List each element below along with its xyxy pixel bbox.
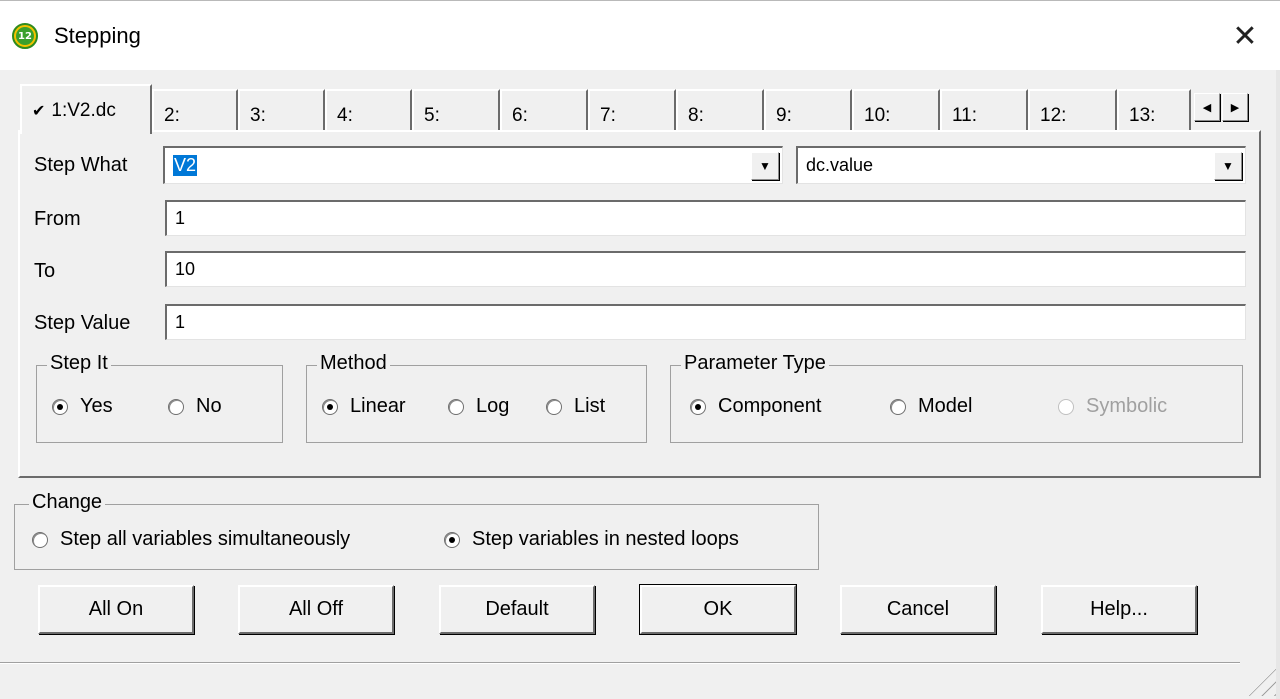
radio-icon	[890, 398, 906, 415]
radio-selected-icon	[322, 398, 338, 415]
tab-scroll-right-icon[interactable]: ▶	[1222, 93, 1248, 121]
step-value-input[interactable]: 1	[165, 304, 1246, 340]
step-what-component-value: V2	[173, 155, 198, 176]
radio-icon	[32, 531, 48, 548]
step-what-parameter-select[interactable]: dc.value ▼	[796, 146, 1246, 184]
radio-label: No	[196, 395, 222, 417]
chevron-down-icon[interactable]: ▼	[1214, 152, 1242, 180]
tab-8[interactable]: 8:	[676, 89, 764, 131]
step-it-title: Step It	[47, 352, 111, 375]
tab-11[interactable]: 11:	[940, 89, 1028, 131]
step-value-label: Step Value	[34, 312, 131, 334]
all-on-button[interactable]: All On	[38, 585, 194, 634]
chevron-down-icon[interactable]: ▼	[751, 152, 779, 180]
radio-icon	[448, 398, 464, 415]
window-right-edge	[1276, 70, 1280, 699]
step-it-yes-radio[interactable]: Yes	[52, 395, 113, 418]
radio-label: Step variables in nested loops	[472, 528, 739, 550]
radio-label: Step all variables simultaneously	[60, 528, 351, 550]
radio-label: Log	[476, 395, 510, 417]
radio-icon	[546, 398, 562, 415]
check-icon: ✔	[32, 101, 46, 120]
tab-9[interactable]: 9:	[764, 89, 852, 131]
radio-label: Yes	[80, 395, 113, 417]
change-title: Change	[29, 491, 106, 514]
all-off-button[interactable]: All Off	[238, 585, 394, 634]
radio-label: List	[574, 395, 606, 417]
tab-label: 5:	[424, 105, 440, 126]
tab-4[interactable]: 4:	[325, 89, 412, 131]
radio-selected-icon	[52, 398, 68, 415]
cancel-button[interactable]: Cancel	[840, 585, 996, 634]
step-simultaneous-radio[interactable]: Step all variables simultaneously	[32, 528, 350, 551]
parameter-type-title: Parameter Type	[681, 352, 829, 375]
radio-label: Model	[918, 395, 973, 417]
radio-label: Symbolic	[1086, 395, 1168, 417]
tab-6[interactable]: 6:	[500, 89, 588, 131]
radio-label: Component	[718, 395, 822, 417]
method-title: Method	[317, 352, 390, 375]
method-log-radio[interactable]: Log	[448, 395, 509, 418]
tab-1[interactable]: ✔ 1:V2.dc	[20, 84, 152, 134]
close-icon[interactable]: ✕	[1222, 15, 1268, 57]
radio-label: Linear	[350, 395, 406, 417]
default-button[interactable]: Default	[439, 585, 595, 634]
tab-label: 12:	[1040, 105, 1067, 126]
tab-label: 2:	[164, 105, 180, 126]
tab-label: 7:	[600, 105, 616, 126]
radio-icon	[1058, 398, 1074, 415]
tab-label: 10:	[864, 105, 891, 126]
tab-label: 3:	[250, 105, 266, 126]
step-it-no-radio[interactable]: No	[168, 395, 222, 418]
tab-label: 1:V2.dc	[51, 100, 116, 121]
tab-label: 13:	[1129, 105, 1156, 126]
parameter-type-model-radio[interactable]: Model	[890, 395, 972, 418]
tab-7[interactable]: 7:	[588, 89, 676, 131]
tab-label: 8:	[688, 105, 704, 126]
ok-button[interactable]: OK	[639, 584, 797, 635]
step-what-label: Step What	[34, 154, 128, 176]
step-nested-radio[interactable]: Step variables in nested loops	[444, 528, 739, 551]
step-what-parameter-value: dc.value	[806, 155, 874, 175]
status-bar-separator	[0, 662, 1240, 664]
method-linear-radio[interactable]: Linear	[322, 395, 406, 418]
tab-12[interactable]: 12:	[1028, 89, 1117, 131]
tab-label: 6:	[512, 105, 528, 126]
title-bar: 12 Stepping ✕	[0, 0, 1280, 70]
tab-2[interactable]: 2:	[152, 89, 238, 131]
radio-icon	[168, 398, 184, 415]
tab-label: 9:	[776, 105, 792, 126]
app-icon-text: 12	[16, 27, 34, 45]
to-label: To	[34, 260, 56, 282]
resize-grip-icon[interactable]	[1246, 666, 1276, 696]
tab-13[interactable]: 13:	[1117, 89, 1191, 131]
tab-3[interactable]: 3:	[238, 89, 325, 131]
parameter-type-symbolic-radio: Symbolic	[1058, 395, 1167, 418]
from-label: From	[34, 208, 81, 230]
from-input[interactable]: 1	[165, 200, 1246, 236]
radio-selected-icon	[690, 398, 706, 415]
tab-scroll-left-icon[interactable]: ◀	[1194, 93, 1220, 121]
method-list-radio[interactable]: List	[546, 395, 605, 418]
parameter-type-component-radio[interactable]: Component	[690, 395, 821, 418]
tab-5[interactable]: 5:	[412, 89, 500, 131]
window-title: Stepping	[54, 23, 141, 48]
app-icon: 12	[12, 23, 38, 49]
step-what-component-select[interactable]: V2 ▼	[163, 146, 783, 184]
radio-selected-icon	[444, 531, 460, 548]
help-button[interactable]: Help...	[1041, 585, 1197, 634]
tab-label: 11:	[952, 105, 978, 126]
to-input[interactable]: 10	[165, 251, 1246, 287]
tab-10[interactable]: 10:	[852, 89, 940, 131]
tab-label: 4:	[337, 105, 353, 126]
